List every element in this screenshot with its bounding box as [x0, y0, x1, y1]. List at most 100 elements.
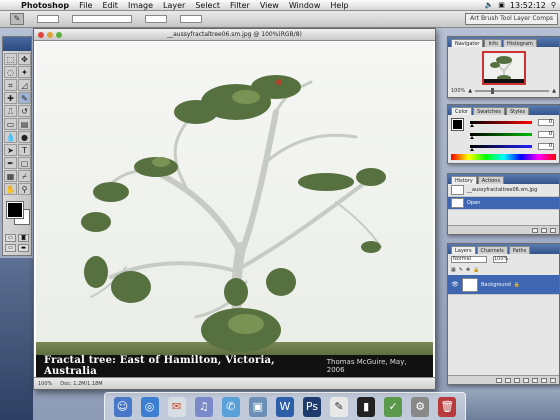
lasso-tool-icon[interactable]: ◌ [4, 66, 17, 78]
menu-select[interactable]: Select [190, 0, 225, 11]
zoom-tool-icon[interactable]: ⚲ [18, 183, 31, 195]
tab-info[interactable]: Info [484, 39, 502, 47]
screen-mode-full-icon[interactable]: ▬ [18, 244, 29, 252]
blur-tool-icon[interactable]: 💧 [4, 131, 17, 143]
red-value[interactable]: 0 [538, 119, 554, 126]
tab-navigator[interactable]: Navigator [451, 39, 484, 47]
magic-wand-tool-icon[interactable]: ✦ [18, 66, 31, 78]
new-snapshot-icon[interactable] [541, 227, 547, 233]
red-knob[interactable] [470, 124, 474, 127]
zoom-out-icon[interactable]: ▲ [468, 88, 472, 94]
document-size[interactable]: Doc: 1.2M/1.18M [60, 378, 102, 389]
menu-image[interactable]: Image [123, 0, 158, 11]
volume-icon[interactable]: 🔈 [485, 0, 494, 11]
link-layers-icon[interactable] [496, 377, 502, 383]
palette-well[interactable]: Art Brush Tool Layer Comps [465, 13, 558, 25]
brush-size-field[interactable] [37, 15, 59, 23]
tab-styles[interactable]: Styles [505, 107, 530, 115]
ichat-icon[interactable]: ✆ [221, 396, 240, 417]
type-tool-icon[interactable]: T [18, 144, 31, 156]
menu-photoshop[interactable]: Photoshop [16, 0, 74, 11]
blue-value[interactable]: 0 [538, 143, 554, 150]
green-knob[interactable] [470, 136, 474, 139]
system-prefs-icon[interactable]: ⚙ [411, 396, 430, 417]
toolbox-header[interactable] [3, 37, 31, 51]
tab-history[interactable]: History [451, 176, 477, 184]
safari-icon[interactable]: ◎ [140, 396, 159, 417]
layer-style-icon[interactable] [505, 377, 511, 383]
menu-edit[interactable]: Edit [97, 0, 123, 11]
layer-visibility-eye-icon[interactable]: 👁 [451, 281, 459, 288]
tab-paths[interactable]: Paths [508, 246, 531, 254]
standard-mode-icon[interactable]: ▭ [5, 234, 16, 242]
tab-layers[interactable]: Layers [451, 246, 476, 254]
dodge-tool-icon[interactable]: ● [18, 131, 31, 143]
green-slider[interactable] [470, 133, 532, 139]
healing-brush-tool-icon[interactable]: ✚ [4, 92, 17, 104]
trash-icon[interactable] [550, 227, 556, 233]
finder-icon[interactable]: ☺ [113, 396, 132, 417]
preview-icon[interactable]: ✓ [384, 396, 403, 417]
color-ramp[interactable] [451, 154, 556, 160]
zoom-in-icon[interactable]: ▲ [552, 88, 556, 94]
mode-select[interactable] [72, 15, 132, 23]
gradient-tool-icon[interactable]: ▤ [18, 118, 31, 130]
green-value[interactable]: 0 [538, 131, 554, 138]
menu-filter[interactable]: Filter [225, 0, 255, 11]
delete-layer-icon[interactable] [550, 377, 556, 383]
hand-tool-icon[interactable]: ✋ [4, 183, 17, 195]
textedit-icon[interactable]: ✎ [330, 396, 349, 417]
terminal-icon[interactable]: ▮ [357, 396, 376, 417]
navigator-zoom[interactable]: 100% [451, 88, 465, 94]
history-snapshot-row[interactable]: __aussyfractaltree06.sm.jpg [448, 184, 559, 197]
slice-tool-icon[interactable]: ◿ [18, 79, 31, 91]
lock-move-icon[interactable]: ✥ [466, 267, 470, 273]
path-selection-tool-icon[interactable]: ➤ [4, 144, 17, 156]
document-titlebar[interactable]: __aussyfractaltree06.sm.jpg @ 100%(RGB/8… [34, 29, 435, 41]
word-icon[interactable]: W [275, 396, 294, 417]
zoom-slider[interactable] [475, 88, 550, 94]
tab-swatches[interactable]: Swatches [473, 107, 505, 115]
photoshop-icon[interactable]: Ps [302, 396, 321, 417]
display-icon[interactable]: ▣ [498, 0, 505, 11]
lock-transparency-icon[interactable]: ▦ [451, 267, 456, 273]
quick-mask-mode-icon[interactable]: ◙ [18, 234, 29, 242]
foreground-color-swatch[interactable] [6, 201, 24, 219]
iphoto-icon[interactable]: ▣ [248, 396, 267, 417]
blend-mode-select[interactable]: Normal [451, 256, 487, 263]
flow-field[interactable] [180, 15, 202, 23]
itunes-icon[interactable]: ♫ [194, 396, 213, 417]
move-tool-icon[interactable]: ✥ [18, 53, 31, 65]
clock[interactable]: 13:52:12 [510, 0, 546, 11]
history-brush-tool-icon[interactable]: ↺ [18, 105, 31, 117]
zoom-button[interactable] [56, 32, 62, 38]
adjustment-layer-icon[interactable] [532, 377, 538, 383]
red-slider[interactable] [470, 121, 532, 127]
pen-tool-icon[interactable]: ✒ [4, 157, 17, 169]
brush-tool-icon[interactable]: ✎ [10, 13, 24, 25]
new-layer-icon[interactable] [541, 377, 547, 383]
screen-mode-standard-icon[interactable]: ▭ [5, 244, 16, 252]
clone-stamp-tool-icon[interactable]: ⎍ [4, 105, 17, 117]
blue-slider[interactable] [470, 145, 532, 151]
eraser-tool-icon[interactable]: ▭ [4, 118, 17, 130]
crop-tool-icon[interactable]: ⌗ [4, 79, 17, 91]
marquee-tool-icon[interactable]: ⬚ [4, 53, 17, 65]
brush-tool-icon-toolbox[interactable]: ✎ [18, 92, 31, 104]
menu-window[interactable]: Window [284, 0, 326, 11]
navigator-thumbnail[interactable] [481, 51, 526, 85]
minimize-button[interactable] [47, 32, 53, 38]
tab-histogram[interactable]: Histogram [502, 39, 537, 47]
tab-channels[interactable]: Channels [476, 246, 508, 254]
menu-help[interactable]: Help [325, 0, 353, 11]
layer-opacity-field[interactable]: 100% [493, 256, 508, 263]
shape-tool-icon[interactable]: ▢ [18, 157, 31, 169]
close-button[interactable] [38, 32, 44, 38]
image-canvas[interactable]: Fractal tree: East of Hamilton, Victoria… [36, 42, 433, 377]
layer-mask-icon[interactable] [514, 377, 520, 383]
lock-all-icon[interactable]: 🔒 [473, 267, 479, 273]
lock-paint-icon[interactable]: ✎ [459, 267, 463, 273]
tab-color[interactable]: Color [451, 107, 473, 115]
color-palette-foreground-swatch[interactable] [451, 118, 464, 131]
new-document-icon[interactable] [532, 227, 538, 233]
